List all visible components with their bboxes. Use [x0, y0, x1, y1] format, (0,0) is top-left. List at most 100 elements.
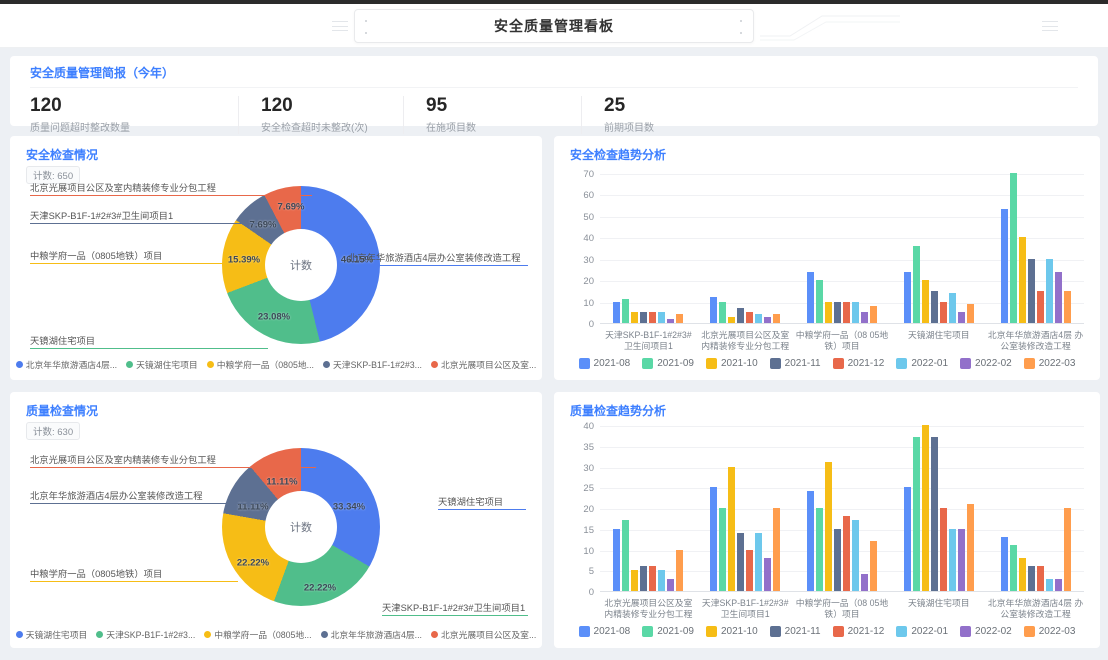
legend-item[interactable]: 北京年华旅游酒店4层... [16, 358, 117, 371]
bar[interactable] [1019, 237, 1026, 323]
legend-item[interactable]: 2021-10 [706, 626, 758, 637]
bar[interactable] [773, 508, 780, 591]
legend-item[interactable]: 2021-08 [579, 358, 631, 369]
bar[interactable] [737, 308, 744, 323]
legend-item[interactable]: 天镜湖住宅项目 [16, 628, 88, 641]
bar[interactable] [834, 302, 841, 323]
legend-item[interactable]: 北京年华旅游酒店4层... [321, 628, 422, 641]
legend-item[interactable]: 2021-11 [770, 358, 821, 369]
bar[interactable] [676, 550, 683, 592]
bar[interactable] [613, 529, 620, 591]
bar[interactable] [710, 297, 717, 323]
bar[interactable] [843, 302, 850, 323]
bar[interactable] [764, 558, 771, 591]
bar[interactable] [949, 293, 956, 323]
legend-item[interactable]: 2022-01 [896, 358, 948, 369]
legend-item[interactable]: 2022-01 [896, 626, 948, 637]
legend-item[interactable]: 2021-12 [833, 626, 885, 637]
bar[interactable] [843, 516, 850, 591]
legend-item[interactable]: 天镜湖住宅项目 [126, 358, 198, 371]
bar[interactable] [1028, 566, 1035, 591]
bar[interactable] [1064, 291, 1071, 323]
bar[interactable] [1046, 579, 1053, 591]
bar[interactable] [622, 520, 629, 591]
bar[interactable] [1019, 558, 1026, 591]
bar[interactable] [904, 487, 911, 591]
legend-item[interactable]: 中粮学府一品（0805地... [207, 358, 314, 371]
bar[interactable] [658, 312, 665, 323]
bar[interactable] [904, 272, 911, 323]
bar[interactable] [1001, 209, 1008, 323]
bar[interactable] [913, 246, 920, 323]
bar[interactable] [719, 508, 726, 591]
bar[interactable] [631, 312, 638, 323]
legend-item[interactable]: 2022-02 [960, 626, 1012, 637]
bar[interactable] [870, 541, 877, 591]
bar[interactable] [710, 487, 717, 591]
bar[interactable] [755, 314, 762, 323]
bar[interactable] [755, 533, 762, 591]
bar[interactable] [1055, 272, 1062, 323]
bar[interactable] [949, 529, 956, 591]
bar[interactable] [940, 508, 947, 591]
legend-item[interactable]: 北京光展项目公区及室... [431, 628, 536, 641]
bar[interactable] [1055, 579, 1062, 591]
bar[interactable] [852, 302, 859, 323]
bar[interactable] [816, 508, 823, 591]
bar[interactable] [764, 317, 771, 323]
bar[interactable] [622, 299, 629, 323]
legend-item[interactable]: 天津SKP-B1F-1#2#3... [323, 358, 422, 371]
bar[interactable] [1037, 291, 1044, 323]
bar[interactable] [1037, 566, 1044, 591]
bar[interactable] [1028, 259, 1035, 323]
legend-item[interactable]: 2021-12 [833, 358, 885, 369]
bar[interactable] [834, 529, 841, 591]
bar[interactable] [825, 462, 832, 591]
bar[interactable] [773, 314, 780, 323]
bar[interactable] [640, 566, 647, 591]
bar[interactable] [746, 550, 753, 592]
bar[interactable] [1064, 508, 1071, 591]
bar[interactable] [931, 291, 938, 323]
bar[interactable] [922, 280, 929, 323]
bar[interactable] [825, 302, 832, 323]
legend-item[interactable]: 2021-08 [579, 626, 631, 637]
bar[interactable] [728, 467, 735, 592]
bar[interactable] [676, 314, 683, 323]
legend-item[interactable]: 2021-09 [642, 358, 694, 369]
bar[interactable] [667, 319, 674, 323]
bar[interactable] [807, 272, 814, 323]
bar[interactable] [649, 566, 656, 591]
bar[interactable] [931, 437, 938, 591]
bar[interactable] [719, 302, 726, 323]
bar[interactable] [728, 317, 735, 323]
bar[interactable] [1001, 537, 1008, 591]
bar[interactable] [658, 570, 665, 591]
legend-item[interactable]: 北京光展项目公区及室... [431, 358, 536, 371]
legend-item[interactable]: 2022-02 [960, 358, 1012, 369]
bar[interactable] [737, 533, 744, 591]
legend-item[interactable]: 2021-09 [642, 626, 694, 637]
bar[interactable] [958, 529, 965, 591]
legend-item[interactable]: 2022-03 [1024, 626, 1076, 637]
legend-item[interactable]: 中粮学府一品（0805地... [204, 628, 311, 641]
bar[interactable] [667, 579, 674, 591]
bar[interactable] [958, 312, 965, 323]
legend-item[interactable]: 天津SKP-B1F-1#2#3... [96, 628, 195, 641]
bar[interactable] [861, 312, 868, 323]
bar[interactable] [746, 312, 753, 323]
bar[interactable] [870, 306, 877, 323]
legend-item[interactable]: 2021-10 [706, 358, 758, 369]
bar[interactable] [967, 304, 974, 323]
bar[interactable] [1010, 173, 1017, 323]
bar[interactable] [913, 437, 920, 591]
bar[interactable] [1010, 545, 1017, 591]
bar[interactable] [861, 574, 868, 591]
bar[interactable] [922, 425, 929, 591]
bar[interactable] [649, 312, 656, 323]
bar[interactable] [816, 280, 823, 323]
bar[interactable] [631, 570, 638, 591]
legend-item[interactable]: 2022-03 [1024, 358, 1076, 369]
bar[interactable] [940, 302, 947, 323]
legend-item[interactable]: 2021-11 [770, 626, 821, 637]
